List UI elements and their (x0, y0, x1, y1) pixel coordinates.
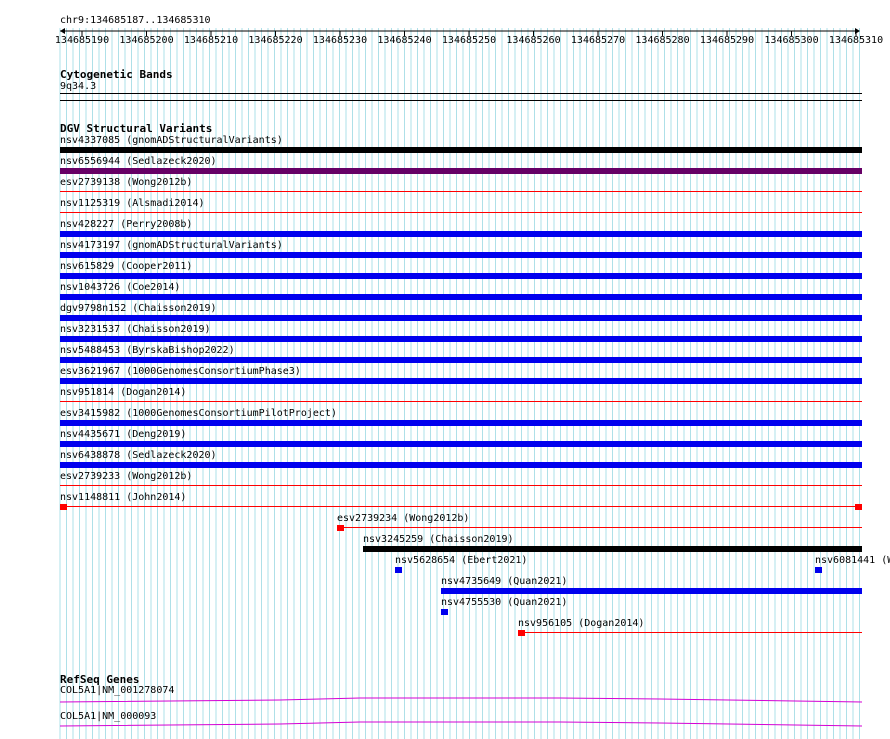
variant-label[interactable]: nsv951814 (Dogan2014) (60, 387, 186, 399)
variant-bar[interactable] (337, 527, 862, 528)
cytoband-track-title[interactable]: Cytogenetic Bands (60, 68, 173, 81)
variant-label[interactable]: nsv1125319 (Alsmadi2014) (60, 198, 205, 210)
variant-bar[interactable] (60, 252, 862, 258)
variant-label[interactable]: nsv4337085 (gnomADStructuralVariants) (60, 135, 283, 147)
variant-bar[interactable] (60, 485, 862, 486)
variant-end-marker[interactable] (855, 504, 862, 510)
variant-label[interactable]: nsv4435671 (Deng2019) (60, 429, 186, 441)
variant-bar[interactable] (60, 315, 862, 321)
variant-bar[interactable] (363, 546, 862, 552)
ruler-tick-label: 134685270 (570, 35, 626, 46)
variant-label[interactable]: nsv428227 (Perry2008b) (60, 219, 192, 231)
cytoband-label: 9q34.3 (60, 81, 97, 92)
variant-label[interactable]: esv2739233 (Wong2012b) (60, 471, 192, 483)
ruler-tick-label: 134685230 (312, 35, 368, 46)
variant-bar[interactable] (518, 632, 862, 633)
variant-bar[interactable] (60, 294, 862, 300)
variant-label[interactable]: nsv1148811 (John2014) (60, 492, 186, 504)
ruler-tick-label: 134685250 (441, 35, 497, 46)
variant-bar[interactable] (441, 588, 862, 594)
dgv-track-title[interactable]: DGV Structural Variants (60, 122, 212, 135)
variant-bar[interactable] (60, 147, 862, 153)
variant-bar[interactable] (60, 273, 862, 279)
gene-feature-nm-001278074[interactable] (60, 696, 862, 706)
variant-bar[interactable] (60, 336, 862, 342)
variant-label[interactable]: esv3415982 (1000GenomesConsortiumPilotPr… (60, 408, 337, 420)
variant-label[interactable]: nsv3245259 (Chaisson2019) (363, 534, 514, 546)
variant-bar[interactable] (60, 401, 862, 402)
ruler-tick-label: 134685310 (828, 35, 884, 46)
ruler-tick-label: 134685290 (699, 35, 755, 46)
variant-end-marker[interactable] (60, 504, 67, 510)
variant-bar[interactable] (60, 378, 862, 384)
variant-bar[interactable] (441, 609, 448, 615)
variant-label[interactable]: nsv4735649 (Quan2021) (441, 576, 567, 588)
variant-bar[interactable] (60, 441, 862, 447)
ruler-tick-label: 134685240 (377, 35, 432, 46)
track-separator (60, 100, 862, 101)
ruler-tick-label: 134685280 (635, 35, 690, 46)
ruler-tick-label: 134685200 (119, 35, 174, 46)
variant-label[interactable]: nsv3231537 (Chaisson2019) (60, 324, 211, 336)
variant-label[interactable]: dgv9798n152 (Chaisson2019) (60, 303, 217, 315)
variant-end-marker[interactable] (337, 525, 344, 531)
variant-label[interactable]: nsv6438878 (Sedlazeck2020) (60, 450, 217, 462)
variant-bar[interactable] (60, 357, 862, 363)
variant-bar[interactable] (815, 567, 822, 573)
variant-bar[interactable] (60, 212, 862, 213)
ruler-tick-label: 134685210 (183, 35, 239, 46)
variant-label[interactable]: esv3621967 (1000GenomesConsortiumPhase3) (60, 366, 301, 378)
variant-label[interactable]: nsv5628654 (Ebert2021) (395, 555, 527, 567)
gene-feature-nm-000093[interactable] (60, 720, 862, 730)
ruler-tick-label: 134685300 (764, 35, 819, 46)
variant-bar[interactable] (60, 420, 862, 426)
variant-bar[interactable] (60, 231, 862, 237)
variant-end-marker[interactable] (518, 630, 525, 636)
variant-label[interactable]: nsv4173197 (gnomADStructuralVariants) (60, 240, 283, 252)
variant-bar[interactable] (60, 506, 862, 507)
ruler-tick-label: 134685260 (506, 35, 561, 46)
variant-label[interactable]: nsv615829 (Cooper2011) (60, 261, 192, 273)
variant-bar[interactable] (60, 462, 862, 468)
variant-label[interactable]: nsv5488453 (ByrskaBishop2022) (60, 345, 235, 357)
variant-label[interactable]: nsv6556944 (Sedlazeck2020) (60, 156, 217, 168)
variant-label[interactable]: esv2739138 (Wong2012b) (60, 177, 192, 189)
variant-bar[interactable] (60, 168, 862, 174)
ruler-tick-label: 134685220 (248, 35, 303, 46)
variant-label[interactable]: nsv1043726 (Coe2014) (60, 282, 180, 294)
variant-label[interactable]: esv2739234 (Wong2012b) (337, 513, 469, 525)
variant-bar[interactable] (60, 191, 862, 192)
variant-label[interactable]: nsv6081441 (W (815, 555, 890, 567)
ruler-tick-label: 134685190 (54, 35, 110, 46)
variant-label[interactable]: nsv4755530 (Quan2021) (441, 597, 567, 609)
variant-bar[interactable] (395, 567, 402, 573)
cytoband-track-line (60, 93, 862, 94)
variant-label[interactable]: nsv956105 (Dogan2014) (518, 618, 644, 630)
